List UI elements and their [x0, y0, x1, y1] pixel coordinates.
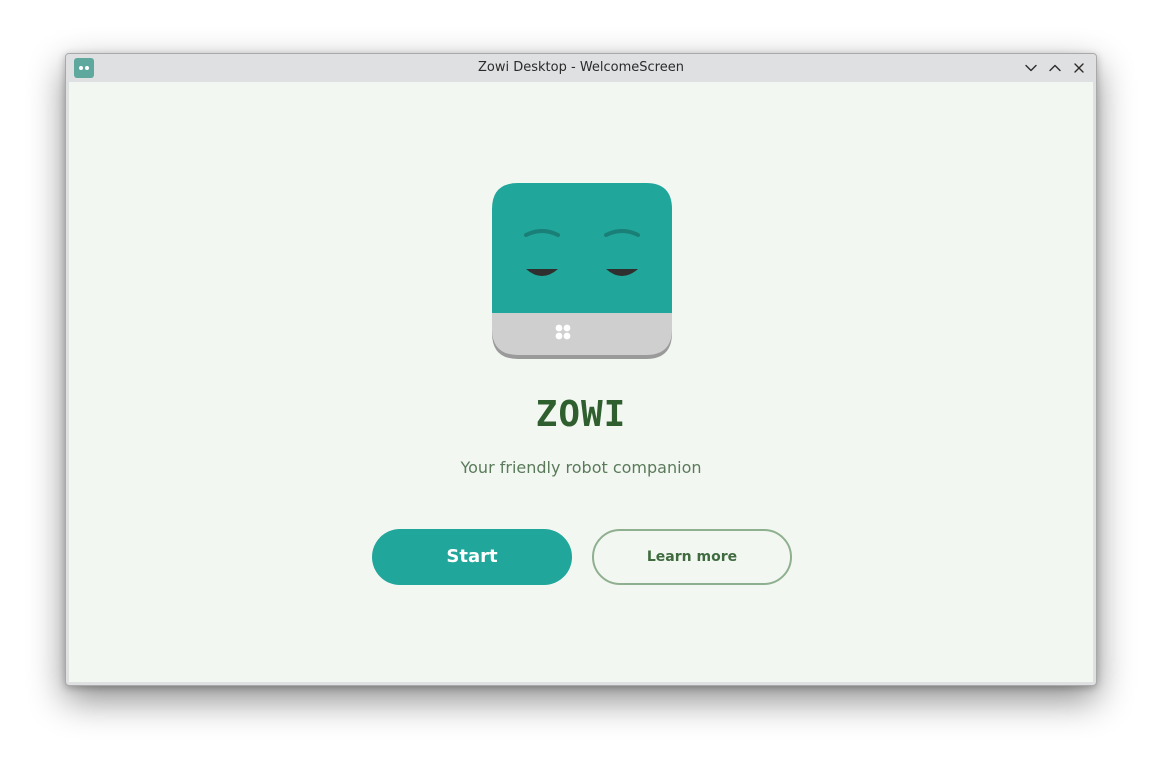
- minimize-button[interactable]: [1022, 59, 1040, 77]
- base-dot: [563, 332, 571, 340]
- welcome-screen: ZOWI Your friendly robot companion Start…: [69, 82, 1093, 682]
- window-title: Zowi Desktop - WelcomeScreen: [478, 60, 684, 75]
- maximize-button[interactable]: [1046, 59, 1064, 77]
- base-dot: [555, 324, 563, 332]
- robot-face: [492, 183, 672, 313]
- robot-base: [492, 311, 672, 355]
- title-bar[interactable]: Zowi Desktop - WelcomeScreen: [66, 54, 1096, 82]
- zowi-robot-logo: [492, 183, 672, 359]
- learn-more-button[interactable]: Learn more: [592, 529, 792, 585]
- tagline: Your friendly robot companion: [460, 458, 702, 477]
- brand-title: ZOWI: [535, 394, 627, 435]
- base-dot: [555, 332, 563, 340]
- close-icon: [1074, 63, 1084, 73]
- base-dot: [563, 324, 571, 332]
- close-button[interactable]: [1070, 59, 1088, 77]
- app-window: Zowi Desktop - WelcomeScreen ZOWI Your f…: [65, 53, 1097, 686]
- chevron-up-icon: [1049, 64, 1061, 72]
- chevron-down-icon: [1025, 64, 1037, 72]
- start-button[interactable]: Start: [372, 529, 572, 585]
